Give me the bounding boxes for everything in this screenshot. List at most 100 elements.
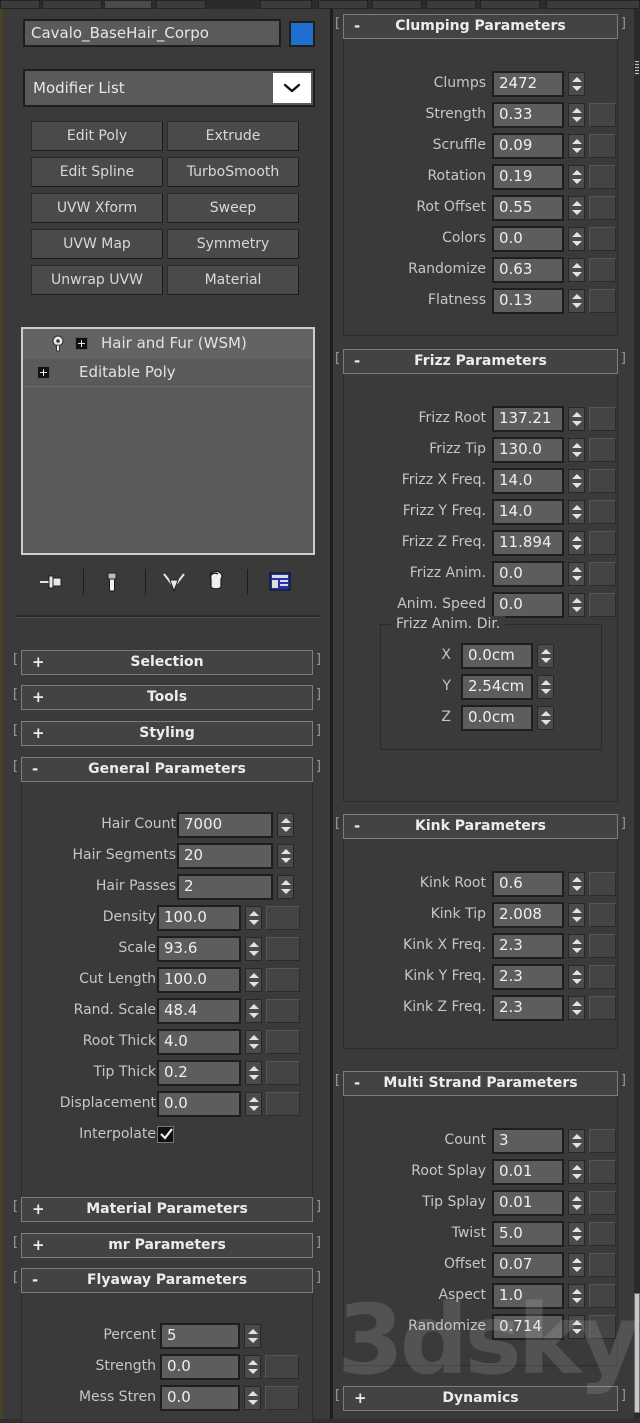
param-input-flatness[interactable]: 0.13 xyxy=(492,288,564,314)
param-spinner[interactable] xyxy=(568,593,585,617)
param-map-button[interactable] xyxy=(589,1129,616,1153)
param-map-button[interactable] xyxy=(589,103,616,127)
rollout-header-styling[interactable]: + Styling xyxy=(21,721,313,746)
remove-modifier-icon[interactable] xyxy=(201,567,231,597)
param-input-strength[interactable]: 0.33 xyxy=(492,102,564,128)
param-spinner[interactable] xyxy=(568,1129,585,1153)
panel-tab[interactable] xyxy=(42,0,102,9)
param-map-button[interactable] xyxy=(266,968,300,992)
param-input-kink-z-freq[interactable]: 2.3 xyxy=(492,995,564,1021)
param-spinner[interactable] xyxy=(568,258,585,282)
param-spinner[interactable] xyxy=(568,903,585,927)
param-spinner[interactable] xyxy=(568,469,585,493)
panel-tab[interactable] xyxy=(426,0,476,9)
pin-stack-icon[interactable] xyxy=(35,567,65,597)
rollout-header-flyaway-parameters[interactable]: - Flyaway Parameters xyxy=(21,1268,313,1293)
make-unique-icon[interactable] xyxy=(159,567,189,597)
modifier-button-edit-poly[interactable]: Edit Poly xyxy=(31,121,163,151)
param-map-button[interactable] xyxy=(589,1284,616,1308)
param-spinner[interactable] xyxy=(244,1324,261,1348)
param-spinner[interactable] xyxy=(568,165,585,189)
modifier-button-unwrap-uvw[interactable]: Unwrap UVW xyxy=(31,265,163,295)
param-map-button[interactable] xyxy=(266,999,300,1023)
param-input-frizz-x-freq[interactable]: 14.0 xyxy=(492,468,564,494)
param-spinner[interactable] xyxy=(537,675,554,699)
param-spinner[interactable] xyxy=(245,937,262,961)
param-map-button[interactable] xyxy=(589,165,616,189)
param-input-displacement[interactable]: 0.0 xyxy=(157,1091,241,1117)
interpolate-checkbox[interactable] xyxy=(157,1126,174,1143)
param-input-tip-thick[interactable]: 0.2 xyxy=(157,1060,241,1086)
param-map-button[interactable] xyxy=(589,1160,616,1184)
param-spinner[interactable] xyxy=(568,1191,585,1215)
param-map-button[interactable] xyxy=(265,1386,299,1410)
param-map-button[interactable] xyxy=(589,1253,616,1277)
param-spinner[interactable] xyxy=(568,500,585,524)
param-input-frizz-dir-x[interactable]: 0.0cm xyxy=(461,643,533,669)
expand-plus-icon[interactable]: + xyxy=(75,337,88,350)
rollout-header-dynamics[interactable]: + Dynamics xyxy=(343,1386,618,1411)
param-map-button[interactable] xyxy=(589,227,616,251)
param-spinner[interactable] xyxy=(568,103,585,127)
rollout-header-mr-parameters[interactable]: + mr Parameters xyxy=(21,1233,313,1258)
panel-tab[interactable] xyxy=(318,0,368,9)
param-spinner[interactable] xyxy=(568,196,585,220)
param-input-root-thick[interactable]: 4.0 xyxy=(157,1029,241,1055)
panel-tab[interactable] xyxy=(372,0,422,9)
param-map-button[interactable] xyxy=(589,965,616,989)
param-input-kink-root[interactable]: 0.6 xyxy=(492,871,564,897)
param-input-frizz-z-freq[interactable]: 11.894 xyxy=(492,530,564,556)
param-input-mess-stren[interactable]: 0.0 xyxy=(160,1385,240,1411)
param-map-button[interactable] xyxy=(589,934,616,958)
param-spinner[interactable] xyxy=(568,407,585,431)
modifier-list-dropdown[interactable]: Modifier List xyxy=(23,69,315,107)
param-map-button[interactable] xyxy=(589,438,616,462)
param-spinner[interactable] xyxy=(245,999,262,1023)
param-spinner[interactable] xyxy=(568,72,585,96)
rollout-header-frizz-parameters[interactable]: - Frizz Parameters xyxy=(343,349,618,374)
param-input-randomize[interactable]: 0.63 xyxy=(492,257,564,283)
param-map-button[interactable] xyxy=(589,196,616,220)
modifier-button-extrude[interactable]: Extrude xyxy=(167,121,299,151)
panel-tab[interactable] xyxy=(156,0,206,9)
param-spinner[interactable] xyxy=(244,1386,261,1410)
param-map-button[interactable] xyxy=(589,531,616,555)
param-spinner[interactable] xyxy=(537,706,554,730)
rollout-header-kink-parameters[interactable]: - Kink Parameters xyxy=(343,814,618,839)
param-map-button[interactable] xyxy=(589,593,616,617)
param-input-frizz-root[interactable]: 137.21 xyxy=(492,406,564,432)
param-spinner[interactable] xyxy=(568,562,585,586)
stack-item-editable-poly[interactable]: + Editable Poly xyxy=(23,358,313,387)
stack-item-hair-and-fur[interactable]: + Hair and Fur (WSM) xyxy=(23,329,313,358)
param-spinner[interactable] xyxy=(568,934,585,958)
param-spinner[interactable] xyxy=(568,134,585,158)
param-spinner[interactable] xyxy=(244,1355,261,1379)
modifier-button-turbosmooth[interactable]: TurboSmooth xyxy=(167,157,299,187)
param-input-rotation[interactable]: 0.19 xyxy=(492,164,564,190)
object-name-input[interactable]: Cavalo_BaseHair_Corpo xyxy=(23,19,281,47)
param-spinner[interactable] xyxy=(568,531,585,555)
param-input-kink-x-freq[interactable]: 2.3 xyxy=(492,933,564,959)
param-input-tip-splay[interactable]: 0.01 xyxy=(492,1190,564,1216)
panel-tab[interactable] xyxy=(260,0,312,9)
configure-modifier-sets-icon[interactable] xyxy=(265,567,295,597)
param-map-button[interactable] xyxy=(589,1191,616,1215)
param-spinner[interactable] xyxy=(568,1160,585,1184)
param-map-button[interactable] xyxy=(589,996,616,1020)
param-spinner[interactable] xyxy=(568,872,585,896)
param-spinner[interactable] xyxy=(537,644,554,668)
param-input-clumps[interactable]: 2472 xyxy=(492,71,564,97)
param-map-button[interactable] xyxy=(589,469,616,493)
param-input-frizz-anim[interactable]: 0.0 xyxy=(492,561,564,587)
chevron-down-icon[interactable] xyxy=(273,73,311,103)
param-input-twist[interactable]: 5.0 xyxy=(492,1221,564,1247)
param-spinner[interactable] xyxy=(568,1284,585,1308)
param-spinner[interactable] xyxy=(245,1030,262,1054)
panel-scrollbar[interactable] xyxy=(634,9,640,1419)
param-map-button[interactable] xyxy=(589,407,616,431)
param-spinner[interactable] xyxy=(245,1092,262,1116)
param-input-colors[interactable]: 0.0 xyxy=(492,226,564,252)
param-map-button[interactable] xyxy=(266,1030,300,1054)
param-map-button[interactable] xyxy=(589,1222,616,1246)
param-map-button[interactable] xyxy=(589,289,616,313)
